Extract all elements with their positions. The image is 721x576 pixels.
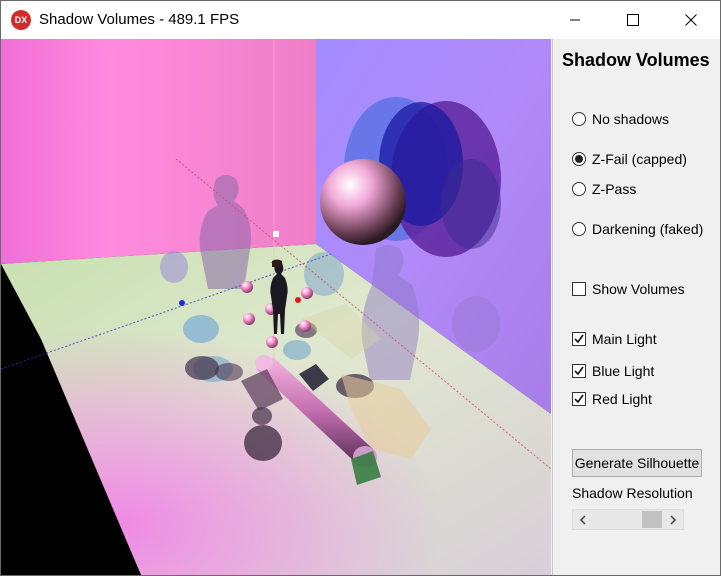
radio-darkening[interactable]: Darkening (faked) bbox=[572, 219, 703, 239]
radio-button-icon[interactable] bbox=[572, 182, 586, 196]
minimize-icon bbox=[570, 19, 580, 21]
shadow-resolution-label: Shadow Resolution bbox=[572, 485, 693, 501]
minimize-button[interactable] bbox=[546, 1, 604, 39]
checkbox-label: Show Volumes bbox=[592, 281, 685, 297]
radio-button-icon[interactable] bbox=[572, 222, 586, 236]
radio-label: Z-Pass bbox=[592, 181, 637, 197]
checkbox-label: Blue Light bbox=[592, 363, 655, 379]
checkbox-main-light[interactable]: Main Light bbox=[572, 329, 657, 349]
radio-z-pass[interactable]: Z-Pass bbox=[572, 179, 636, 199]
scrollbar-thumb[interactable] bbox=[642, 511, 662, 528]
radio-button-icon[interactable] bbox=[572, 112, 586, 126]
settings-panel: Shadow Volumes No shadows Z-Fail (capped… bbox=[552, 39, 720, 575]
radio-label: No shadows bbox=[592, 111, 670, 127]
scene-render bbox=[1, 39, 551, 575]
panel-title: Shadow Volumes bbox=[562, 50, 710, 70]
maximize-icon bbox=[627, 14, 639, 26]
app-window: DX Shadow Volumes - 489.1 FPS Shadow Vol… bbox=[0, 0, 721, 576]
checkbox-red-light[interactable]: Red Light bbox=[572, 389, 652, 409]
checkbox-icon[interactable] bbox=[572, 282, 586, 296]
title-bar[interactable]: DX Shadow Volumes - 489.1 FPS bbox=[1, 1, 720, 39]
window-title: Shadow Volumes - 489.1 FPS bbox=[39, 11, 240, 28]
checkbox-show-volumes[interactable]: Show Volumes bbox=[572, 279, 685, 299]
close-button[interactable] bbox=[662, 1, 720, 39]
directx-icon: DX bbox=[11, 10, 31, 30]
maximize-button[interactable] bbox=[604, 1, 662, 39]
3d-viewport[interactable] bbox=[1, 39, 551, 575]
radio-no-shadows[interactable]: No shadows bbox=[572, 109, 669, 129]
checkbox-label: Main Light bbox=[592, 331, 657, 347]
checkbox-checked-icon[interactable] bbox=[572, 332, 586, 346]
radio-button-selected-icon[interactable] bbox=[572, 152, 586, 166]
chevron-left-icon[interactable] bbox=[574, 510, 592, 529]
radio-label: Darkening (faked) bbox=[592, 221, 704, 237]
checkbox-label: Red Light bbox=[592, 391, 652, 407]
checkbox-blue-light[interactable]: Blue Light bbox=[572, 361, 654, 381]
radio-z-fail[interactable]: Z-Fail (capped) bbox=[572, 149, 687, 169]
checkbox-checked-icon[interactable] bbox=[572, 364, 586, 378]
shadow-resolution-scrollbar[interactable] bbox=[572, 509, 684, 530]
chevron-right-icon[interactable] bbox=[664, 510, 682, 529]
checkbox-checked-icon[interactable] bbox=[572, 392, 586, 406]
close-icon bbox=[685, 14, 697, 26]
generate-silhouette-button[interactable]: Generate Silhouette bbox=[572, 449, 702, 477]
radio-label: Z-Fail (capped) bbox=[592, 151, 687, 167]
